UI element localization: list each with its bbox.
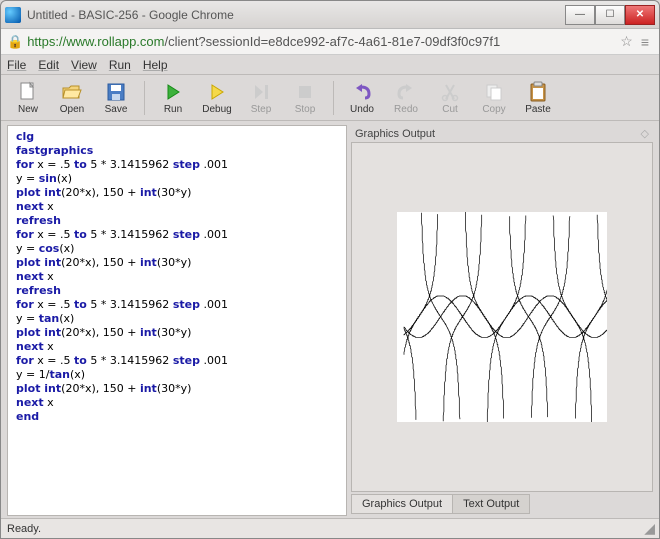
save-label: Save — [105, 104, 128, 115]
menu-help[interactable]: Help — [143, 58, 168, 72]
open-label: Open — [60, 104, 84, 115]
debug-label: Debug — [202, 104, 231, 115]
right-pane: Graphics Output ◇ Graphics Output Text O… — [351, 125, 653, 516]
cut-button[interactable]: Cut — [431, 78, 469, 118]
resize-grip-icon[interactable]: ◢ — [644, 520, 653, 537]
undo-label: Undo — [350, 104, 374, 115]
paste-button[interactable]: Paste — [519, 78, 557, 118]
menu-file[interactable]: File — [7, 58, 26, 72]
copy-icon — [483, 81, 505, 103]
step-icon — [250, 81, 272, 103]
run-button[interactable]: Run — [154, 78, 192, 118]
toolbar-separator — [144, 81, 145, 115]
tab-graphics-output[interactable]: Graphics Output — [351, 494, 453, 514]
toolbar-separator — [333, 81, 334, 115]
run-icon — [162, 81, 184, 103]
stop-label: Stop — [295, 104, 316, 115]
cut-label: Cut — [442, 104, 458, 115]
status-text: Ready. — [7, 523, 41, 535]
menubar: File Edit View Run Help — [1, 55, 659, 75]
url-path: /client?sessionId=e8dce992-af7c-4a61-81e… — [164, 34, 500, 49]
tab-text-output[interactable]: Text Output — [452, 494, 530, 514]
debug-button[interactable]: Debug — [198, 78, 236, 118]
menu-run[interactable]: Run — [109, 58, 131, 72]
save-icon — [105, 81, 127, 103]
save-button[interactable]: Save — [97, 78, 135, 118]
titlebar[interactable]: Untitled - BASIC-256 - Google Chrome — ☐… — [1, 1, 659, 29]
cut-icon — [439, 81, 461, 103]
close-button[interactable]: ✕ — [625, 5, 655, 25]
chrome-menu-icon[interactable]: ≡ — [637, 34, 653, 50]
debug-icon — [206, 81, 228, 103]
paste-icon — [527, 81, 549, 103]
undo-icon — [351, 81, 373, 103]
menu-view[interactable]: View — [71, 58, 97, 72]
toolbar: New Open Save Run Debug Step Stop — [1, 75, 659, 121]
redo-button[interactable]: Redo — [387, 78, 425, 118]
redo-icon — [395, 81, 417, 103]
maximize-button[interactable]: ☐ — [595, 5, 625, 25]
paste-label: Paste — [525, 104, 551, 115]
statusbar: Ready. ◢ — [1, 518, 659, 538]
app-window: Untitled - BASIC-256 - Google Chrome — ☐… — [0, 0, 660, 539]
app-icon — [5, 7, 21, 23]
graphics-canvas — [397, 212, 607, 422]
new-button[interactable]: New — [9, 78, 47, 118]
code-editor[interactable]: clg fastgraphics for x = .5 to 5 * 3.141… — [7, 125, 347, 516]
copy-button[interactable]: Copy — [475, 78, 513, 118]
copy-label: Copy — [482, 104, 505, 115]
stop-button[interactable]: Stop — [286, 78, 324, 118]
menu-edit[interactable]: Edit — [38, 58, 59, 72]
url-scheme: https — [27, 34, 55, 49]
stop-icon — [294, 81, 316, 103]
run-label: Run — [164, 104, 182, 115]
graphics-panel-title: Graphics Output — [355, 128, 435, 140]
window-title: Untitled - BASIC-256 - Google Chrome — [27, 8, 565, 22]
lock-icon: 🔒 — [7, 34, 23, 50]
output-tabs: Graphics Output Text Output — [351, 492, 653, 516]
open-button[interactable]: Open — [53, 78, 91, 118]
url-host: ://www.rollapp.com — [55, 34, 164, 49]
undo-button[interactable]: Undo — [343, 78, 381, 118]
bookmark-star-icon[interactable]: ☆ — [616, 33, 637, 50]
graphics-area — [351, 142, 653, 492]
address-bar[interactable]: 🔒 https://www.rollapp.com/client?session… — [1, 29, 659, 55]
minimize-button[interactable]: — — [565, 5, 595, 25]
new-label: New — [18, 104, 38, 115]
dock-icon[interactable]: ◇ — [641, 127, 649, 140]
open-icon — [61, 81, 83, 103]
url-text: https://www.rollapp.com/client?sessionId… — [27, 34, 500, 49]
main-content: clg fastgraphics for x = .5 to 5 * 3.141… — [1, 121, 659, 518]
redo-label: Redo — [394, 104, 418, 115]
window-controls: — ☐ ✕ — [565, 5, 655, 25]
graphics-panel-header: Graphics Output ◇ — [351, 125, 653, 142]
step-button[interactable]: Step — [242, 78, 280, 118]
step-label: Step — [251, 104, 272, 115]
new-icon — [17, 81, 39, 103]
